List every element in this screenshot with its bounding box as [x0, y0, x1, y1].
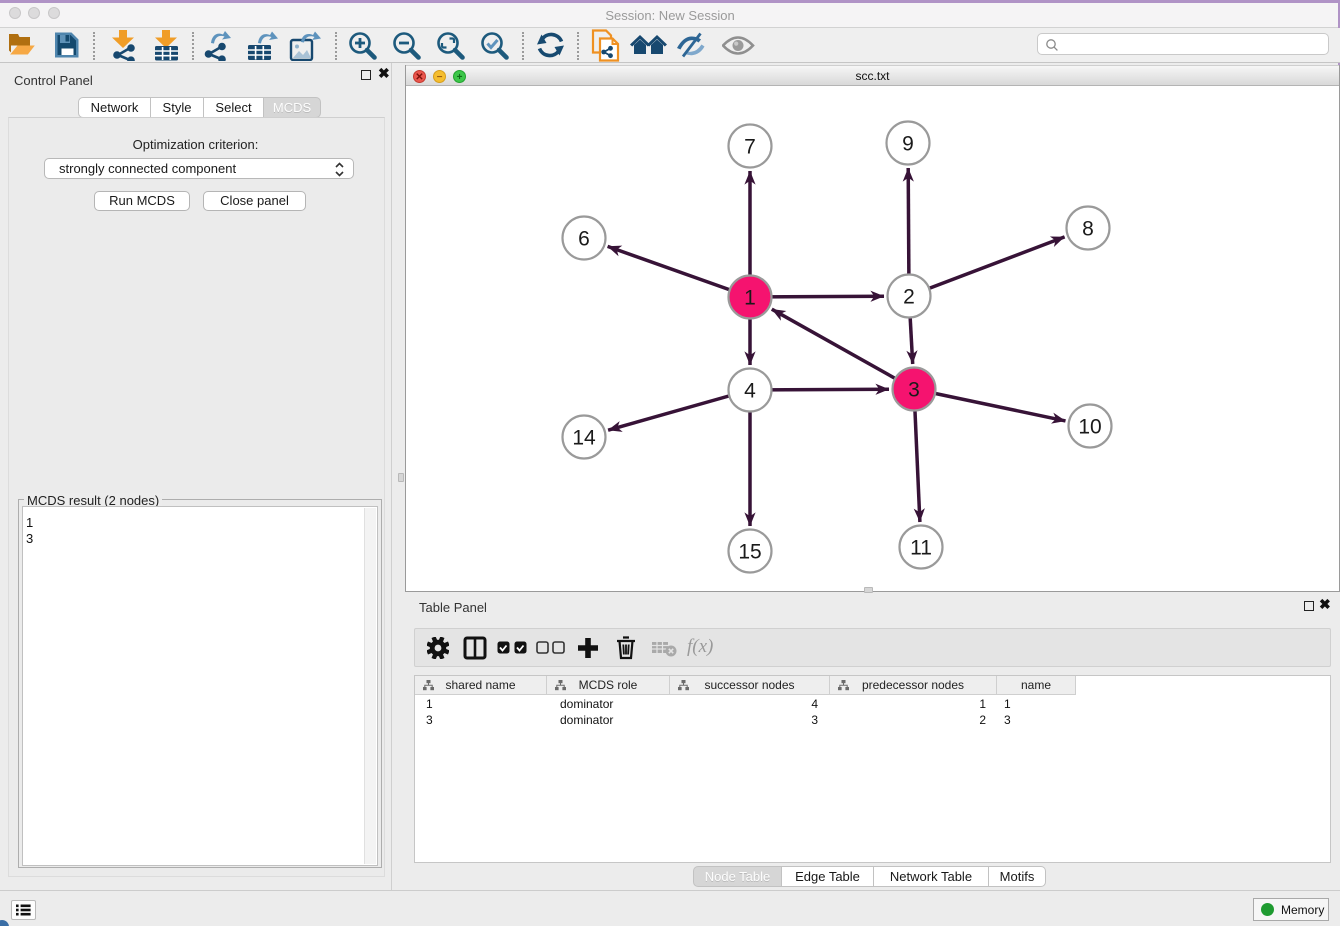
svg-text:10: 10	[1078, 416, 1101, 439]
svg-text:2: 2	[903, 286, 915, 309]
svg-text:1: 1	[744, 287, 756, 310]
svg-text:6: 6	[578, 228, 590, 251]
svg-text:15: 15	[738, 541, 761, 564]
svg-text:8: 8	[1082, 218, 1094, 241]
svg-text:11: 11	[910, 537, 932, 560]
svg-text:3: 3	[908, 379, 920, 402]
svg-text:9: 9	[902, 133, 914, 156]
svg-text:14: 14	[572, 427, 596, 450]
svg-text:4: 4	[744, 380, 756, 403]
svg-text:7: 7	[744, 136, 756, 159]
